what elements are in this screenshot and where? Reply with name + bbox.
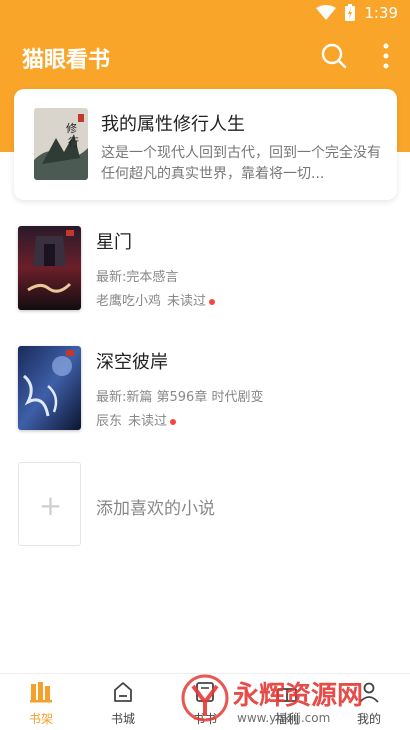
tab-welfare[interactable]: 福利 xyxy=(246,674,328,730)
add-book-label[interactable]: 添加喜欢的小说 xyxy=(96,494,215,519)
book-cover xyxy=(18,346,81,430)
book-item-shenkong[interactable]: 深空彼岸 最新:新篇 第596章 时代剧变 辰东 未读过 xyxy=(18,346,398,432)
app-title: 猫眼看书 xyxy=(22,48,111,73)
tab-bookshelf[interactable]: 书架 xyxy=(0,674,82,730)
book-meta: 辰东 未读过 xyxy=(96,410,177,429)
search-icon xyxy=(321,43,347,69)
book-meta: 老鹰吃小鸡 未读过 xyxy=(96,290,216,309)
bookstore-icon xyxy=(114,682,132,702)
more-vertical-icon xyxy=(383,43,389,69)
tab-label: 书书 xyxy=(192,712,217,726)
unread-dot xyxy=(209,298,216,305)
bottom-tab-bar: 书架 书城 书书 福利 我的 xyxy=(0,673,410,730)
add-book-button[interactable]: + xyxy=(18,462,81,546)
tab-label: 书城 xyxy=(110,712,135,726)
book-title: 深空彼岸 xyxy=(96,352,168,373)
tab-label: 书架 xyxy=(28,712,53,726)
book-latest-chapter: 最新:新篇 第596章 时代剧变 xyxy=(96,390,264,405)
app-bar: 猫眼看书 xyxy=(0,30,410,82)
featured-book-card[interactable]: 修 行 我的属性修行人生 这是一个现代人回到古代，回到一个完全没有任何超凡的真实… xyxy=(14,89,397,200)
tab-book[interactable]: 书书 xyxy=(164,674,246,730)
book-cover xyxy=(18,226,81,310)
tab-label: 我的 xyxy=(356,712,381,726)
battery-icon xyxy=(345,4,356,21)
more-button[interactable] xyxy=(380,42,392,70)
book-author: 辰东 xyxy=(96,414,123,429)
svg-text:行: 行 xyxy=(68,136,79,149)
gift-icon xyxy=(277,688,297,702)
book-item-xingmen[interactable]: 星门 最新:完本感言 老鹰吃小鸡 未读过 xyxy=(18,226,398,312)
status-bar: 1:39 xyxy=(0,0,410,28)
book-read-status: 未读过 xyxy=(128,414,168,429)
book-title: 星门 xyxy=(96,232,132,253)
tab-label: 福利 xyxy=(274,712,299,726)
tab-bookstore[interactable]: 书城 xyxy=(82,674,164,730)
user-icon xyxy=(359,682,379,703)
book-icon xyxy=(196,682,214,702)
search-button[interactable] xyxy=(320,42,348,70)
wifi-icon xyxy=(316,5,337,20)
svg-text:修: 修 xyxy=(66,121,77,135)
status-time: 1:39 xyxy=(364,4,398,22)
plus-icon: + xyxy=(38,488,63,522)
featured-book-description: 这是一个现代人回到古代，回到一个完全没有任何超凡的真实世界，靠着将一切... xyxy=(101,145,381,182)
book-read-status: 未读过 xyxy=(167,294,207,309)
bookshelf-icon xyxy=(30,682,52,703)
book-author: 老鹰吃小鸡 xyxy=(96,294,162,309)
tab-mine[interactable]: 我的 xyxy=(328,674,410,730)
featured-book-cover: 修 行 xyxy=(34,108,88,180)
featured-book-title: 我的属性修行人生 xyxy=(101,114,245,135)
book-latest-chapter: 最新:完本感言 xyxy=(96,270,179,285)
unread-dot xyxy=(170,418,177,425)
